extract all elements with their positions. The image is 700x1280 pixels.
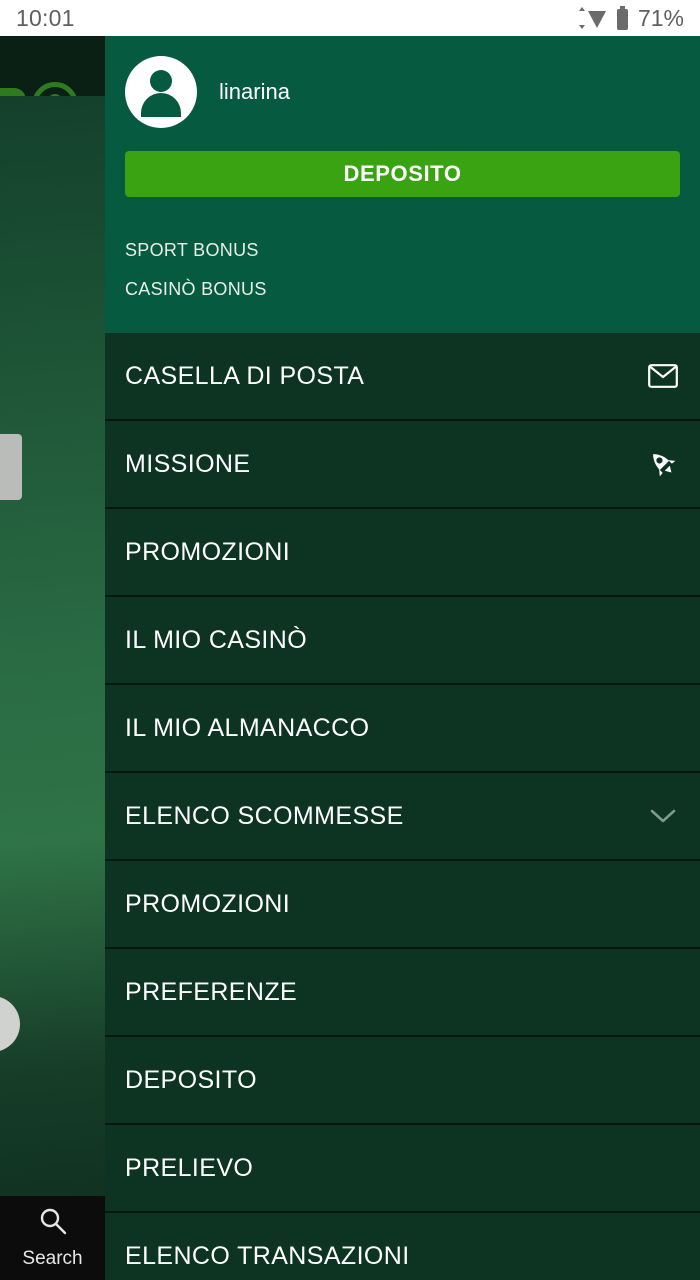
menu-item-missione[interactable]: MISSIONE [105, 421, 700, 509]
menu-item-icon-empty [646, 535, 680, 569]
navigation-drawer: linarina DEPOSITO SPORT BONUS CASINÒ BON… [105, 36, 700, 1280]
background-app-layer: ali Search [0, 36, 105, 1280]
menu-item-icon-empty [646, 711, 680, 745]
bonus-item-sport[interactable]: SPORT BONUS [125, 231, 680, 270]
search-icon [38, 1206, 68, 1241]
menu-item-deposito[interactable]: DEPOSITO [105, 1037, 700, 1125]
menu-item-icon-empty [646, 975, 680, 1009]
menu-item-casella-di-posta[interactable]: CASELLA DI POSTA [105, 333, 700, 421]
username-label: linarina [219, 79, 290, 104]
deposit-button[interactable]: DEPOSITO [125, 151, 680, 197]
menu-item-label: ELENCO SCOMMESSE [125, 801, 404, 830]
menu-item-icon-empty [646, 1063, 680, 1097]
menu-item-elenco-transazioni[interactable]: ELENCO TRANSAZIONI [105, 1213, 700, 1280]
status-time: 10:01 [16, 4, 75, 31]
menu-item-il-mio-casino[interactable]: IL MIO CASINÒ [105, 597, 700, 685]
menu-item-il-mio-almanacco[interactable]: IL MIO ALMANACCO [105, 685, 700, 773]
menu-item-icon-empty [646, 1239, 680, 1273]
menu-item-elenco-scommesse[interactable]: ELENCO SCOMMESSE [105, 773, 700, 861]
bonus-section: SPORT BONUS CASINÒ BONUS [105, 219, 700, 333]
menu-item-label: DEPOSITO [125, 1065, 257, 1094]
menu-item-preferenze[interactable]: PREFERENZE [105, 949, 700, 1037]
menu-item-promozioni-1[interactable]: PROMOZIONI [105, 509, 700, 597]
menu-item-label: PREFERENZE [125, 977, 298, 1006]
menu-item-label: IL MIO CASINÒ [125, 625, 308, 654]
status-icons: 71% [573, 5, 684, 32]
bottom-nav-search-label: Search [22, 1248, 83, 1269]
menu-item-label: PROMOZIONI [125, 889, 291, 918]
menu-item-prelievo[interactable]: PRELIEVO [105, 1125, 700, 1213]
menu-item-icon-empty [646, 887, 680, 921]
bottom-nav-search[interactable]: Search [0, 1206, 105, 1270]
envelope-icon [646, 359, 680, 393]
wifi-icon [573, 7, 607, 29]
menu-item-label: PRELIEVO [125, 1153, 254, 1182]
drawer-header: linarina DEPOSITO [105, 36, 700, 219]
background-content: ali [0, 96, 105, 1280]
drawer-menu: CASELLA DI POSTA MISSIONE PROMOZIONI IL … [105, 333, 700, 1280]
account-circle-icon [125, 56, 197, 128]
chevron-down-icon[interactable] [646, 799, 680, 833]
battery-icon [616, 6, 629, 30]
menu-item-label: PROMOZIONI [125, 537, 291, 566]
bonus-item-casino[interactable]: CASINÒ BONUS [125, 270, 680, 309]
menu-item-label: MISSIONE [125, 449, 251, 478]
background-card-shape [0, 434, 22, 500]
status-bar: 10:01 71% [0, 0, 700, 36]
menu-item-promozioni-2[interactable]: PROMOZIONI [105, 861, 700, 949]
background-circle-shape [0, 996, 20, 1052]
menu-item-label: CASELLA DI POSTA [125, 361, 365, 390]
menu-item-icon-empty [646, 1151, 680, 1185]
menu-item-icon-empty [646, 623, 680, 657]
menu-item-label: IL MIO ALMANACCO [125, 713, 370, 742]
menu-item-label: ELENCO TRANSAZIONI [125, 1241, 410, 1270]
profile-row[interactable]: linarina [125, 56, 680, 128]
rocket-icon [646, 447, 680, 481]
battery-percentage: 71% [637, 4, 684, 31]
